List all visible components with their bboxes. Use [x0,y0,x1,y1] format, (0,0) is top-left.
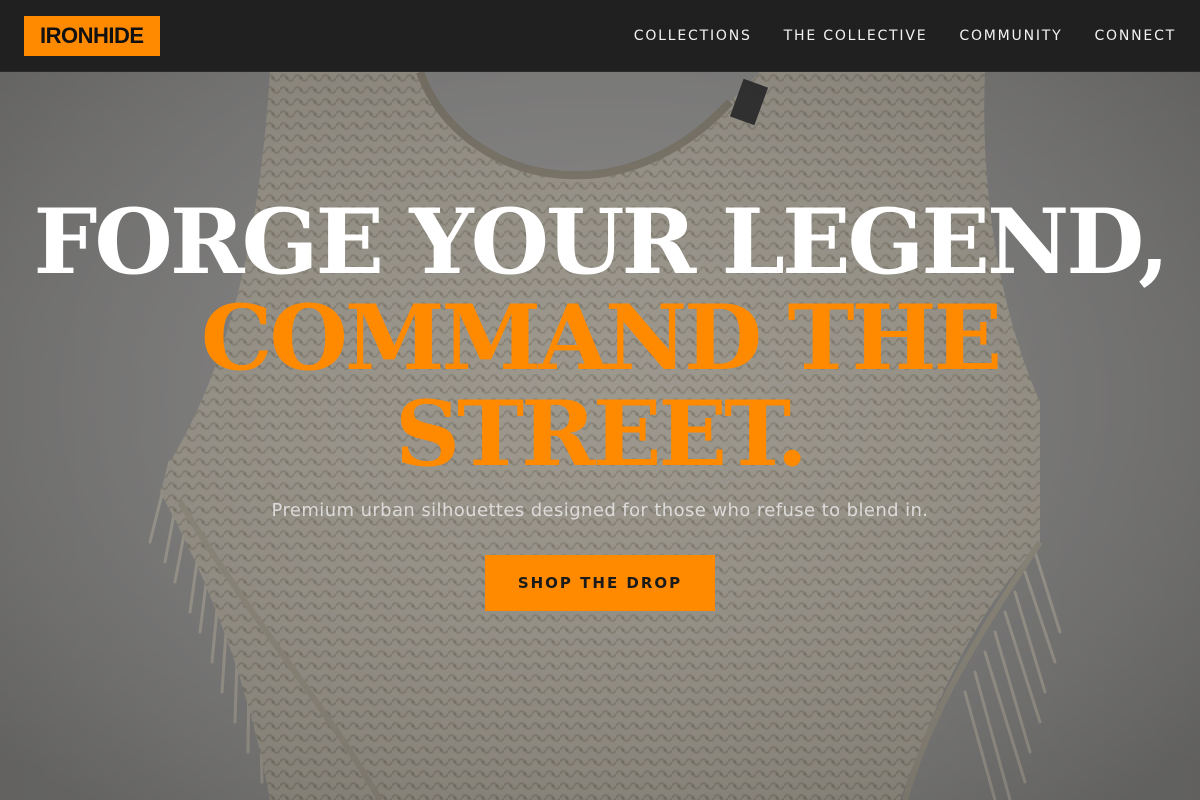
hero-subtitle: Premium urban silhouettes designed for t… [271,500,929,521]
hero-headline-line-2: COMMAND THE STREET. [200,285,1002,487]
hero-headline-line-1: FORGE YOUR LEGEND, [33,189,1170,295]
site-header: IRONHIDE COLLECTIONS THE COLLECTIVE COMM… [0,0,1200,72]
landing-page: IRONHIDE COLLECTIONS THE COLLECTIVE COMM… [0,0,1200,800]
hero-section: FORGE YOUR LEGEND, COMMAND THE STREET. P… [0,72,1200,800]
main-nav: COLLECTIONS THE COLLECTIVE COMMUNITY CON… [634,28,1176,44]
hero-content: FORGE YOUR LEGEND, COMMAND THE STREET. P… [0,194,1200,611]
hero-headline: FORGE YOUR LEGEND, COMMAND THE STREET. [0,194,1200,482]
nav-link-the-collective[interactable]: THE COLLECTIVE [784,28,928,44]
brand-logo[interactable]: IRONHIDE [24,15,160,56]
shop-the-drop-button[interactable]: SHOP THE DROP [485,555,715,611]
nav-link-collections[interactable]: COLLECTIONS [634,28,752,44]
nav-link-connect[interactable]: CONNECT [1094,28,1176,44]
nav-link-community[interactable]: COMMUNITY [959,28,1062,44]
